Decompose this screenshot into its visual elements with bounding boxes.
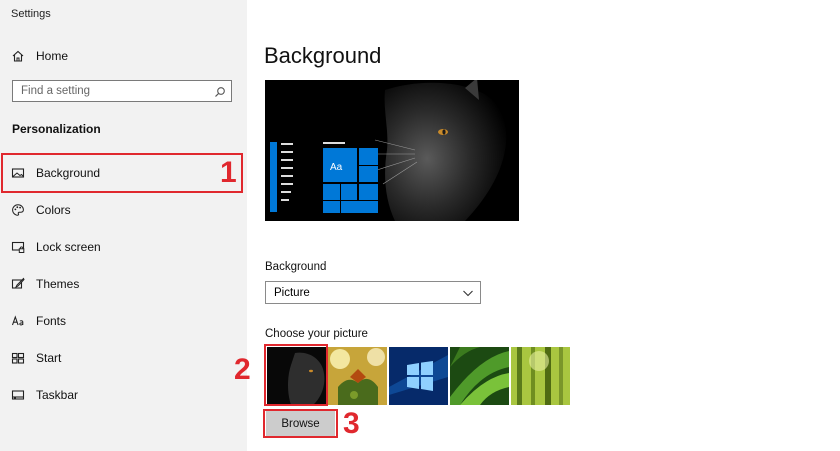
preview-tile-text: Aa bbox=[330, 162, 343, 173]
window-title: Settings bbox=[11, 8, 51, 20]
sidebar-item-label: Taskbar bbox=[36, 388, 79, 402]
picture-thumbnail-butterfly[interactable] bbox=[328, 347, 387, 405]
taskbar-icon bbox=[11, 388, 25, 402]
chevron-down-icon bbox=[462, 287, 474, 299]
sidebar-item-themes[interactable]: Themes bbox=[0, 269, 247, 299]
search-icon bbox=[214, 85, 226, 97]
sidebar-item-lock-screen[interactable]: Lock screen bbox=[0, 232, 247, 262]
sidebar-item-fonts[interactable]: Fonts bbox=[0, 306, 247, 336]
sidebar: Settings Home Personalization Background… bbox=[0, 0, 247, 451]
highlight-box-background bbox=[1, 153, 243, 193]
step-number-1: 1 bbox=[220, 156, 237, 189]
sidebar-item-label: Lock screen bbox=[36, 240, 101, 254]
picture-thumbnail-fern[interactable] bbox=[450, 347, 509, 405]
start-grid-icon bbox=[11, 351, 25, 365]
nav-home[interactable]: Home bbox=[0, 41, 247, 71]
choose-picture-label: Choose your picture bbox=[265, 328, 368, 340]
sidebar-item-label: Start bbox=[36, 351, 62, 365]
step-number-2: 2 bbox=[234, 353, 251, 386]
background-label: Background bbox=[265, 261, 327, 273]
nav-home-label: Home bbox=[36, 49, 69, 63]
sidebar-item-start[interactable]: Start bbox=[0, 343, 247, 373]
search-box[interactable] bbox=[12, 80, 232, 102]
sidebar-item-label: Colors bbox=[36, 203, 71, 217]
background-dropdown-value: Picture bbox=[274, 286, 310, 299]
picture-thumbnail-windows[interactable] bbox=[389, 347, 448, 405]
font-icon bbox=[11, 314, 25, 328]
step-number-3: 3 bbox=[343, 407, 360, 440]
palette-icon bbox=[11, 203, 25, 217]
search-input[interactable] bbox=[13, 81, 211, 101]
page-title: Background bbox=[264, 43, 382, 68]
sidebar-item-label: Fonts bbox=[36, 314, 67, 328]
picture-thumbnail-bamboo[interactable] bbox=[511, 347, 570, 405]
highlight-box-picture bbox=[264, 344, 328, 406]
sidebar-item-taskbar[interactable]: Taskbar bbox=[0, 380, 247, 410]
lock-screen-icon bbox=[11, 240, 25, 254]
section-title: Personalization bbox=[12, 122, 101, 136]
sidebar-item-colors[interactable]: Colors bbox=[0, 195, 247, 225]
desktop-preview: Aa bbox=[265, 80, 519, 221]
sidebar-item-label: Themes bbox=[36, 277, 80, 291]
background-dropdown[interactable]: Picture bbox=[265, 281, 481, 304]
brush-icon bbox=[11, 277, 25, 291]
highlight-box-browse bbox=[263, 409, 338, 438]
home-icon bbox=[11, 49, 25, 63]
